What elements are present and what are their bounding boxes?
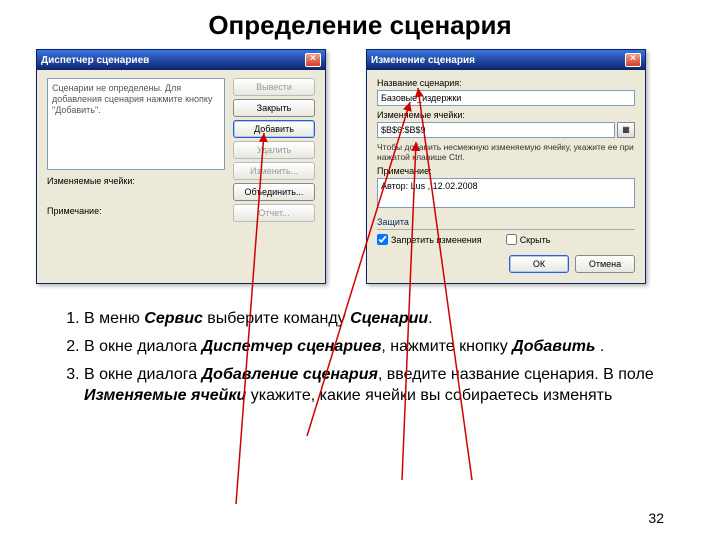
titlebar: Изменение сценария × — [367, 50, 645, 70]
changing-cells-input[interactable] — [377, 122, 615, 138]
checkbox-label: Скрыть — [520, 235, 551, 245]
delete-button: Удалить — [233, 141, 315, 159]
dialog-body: Сценарии не определены. Для добавления с… — [37, 70, 325, 232]
help-text: Чтобы добавить несмежную изменяемую ячей… — [377, 142, 635, 162]
changing-cells-label: Изменяемые ячейки: — [47, 176, 225, 186]
note-input[interactable] — [377, 178, 635, 208]
titlebar: Диспетчер сценариев × — [37, 50, 325, 70]
dialogs-container: Диспетчер сценариев × Сценарии не опреде… — [0, 49, 720, 284]
edit-button: Изменить... — [233, 162, 315, 180]
show-button: Вывести — [233, 78, 315, 96]
note-label: Примечание: — [377, 166, 635, 176]
dialog-title: Изменение сценария — [371, 55, 475, 66]
scenario-manager-dialog: Диспетчер сценариев × Сценарии не опреде… — [36, 49, 326, 284]
scenario-name-label: Название сценария: — [377, 78, 635, 88]
instruction-item: В меню Сервис выберите команду Сценарии. — [84, 308, 664, 330]
instruction-item: В окне диалога Добавление сценария, введ… — [84, 364, 664, 407]
add-button[interactable]: Добавить — [233, 120, 315, 138]
ok-button[interactable]: ОК — [509, 255, 569, 273]
close-icon[interactable]: × — [625, 53, 641, 67]
cancel-button[interactable]: Отмена — [575, 255, 635, 273]
scenario-list[interactable]: Сценарии не определены. Для добавления с… — [47, 78, 225, 170]
instruction-item: В окне диалога Диспетчер сценариев, нажм… — [84, 336, 664, 358]
changing-cells-label: Изменяемые ячейки: — [377, 110, 635, 120]
page-title: Определение сценария — [0, 0, 720, 49]
note-label: Примечание: — [47, 206, 225, 216]
scenario-name-input[interactable] — [377, 90, 635, 106]
close-button[interactable]: Закрыть — [233, 99, 315, 117]
merge-button[interactable]: Объединить... — [233, 183, 315, 201]
page-number: 32 — [648, 510, 664, 526]
edit-scenario-dialog: Изменение сценария × Название сценария: … — [366, 49, 646, 284]
prevent-changes-checkbox[interactable]: Запретить изменения — [377, 234, 482, 245]
report-button: Отчет... — [233, 204, 315, 222]
instructions: В меню Сервис выберите команду Сценарии.… — [0, 284, 720, 406]
checkbox-label: Запретить изменения — [391, 235, 482, 245]
close-icon[interactable]: × — [305, 53, 321, 67]
protection-group: Защита Запретить изменения Скрыть — [377, 217, 635, 245]
hide-checkbox[interactable]: Скрыть — [506, 234, 551, 245]
dialog-body: Название сценария: Изменяемые ячейки: ▦ … — [367, 70, 645, 283]
range-picker-icon[interactable]: ▦ — [617, 122, 635, 138]
protection-header: Защита — [377, 217, 635, 230]
dialog-title: Диспетчер сценариев — [41, 55, 149, 66]
